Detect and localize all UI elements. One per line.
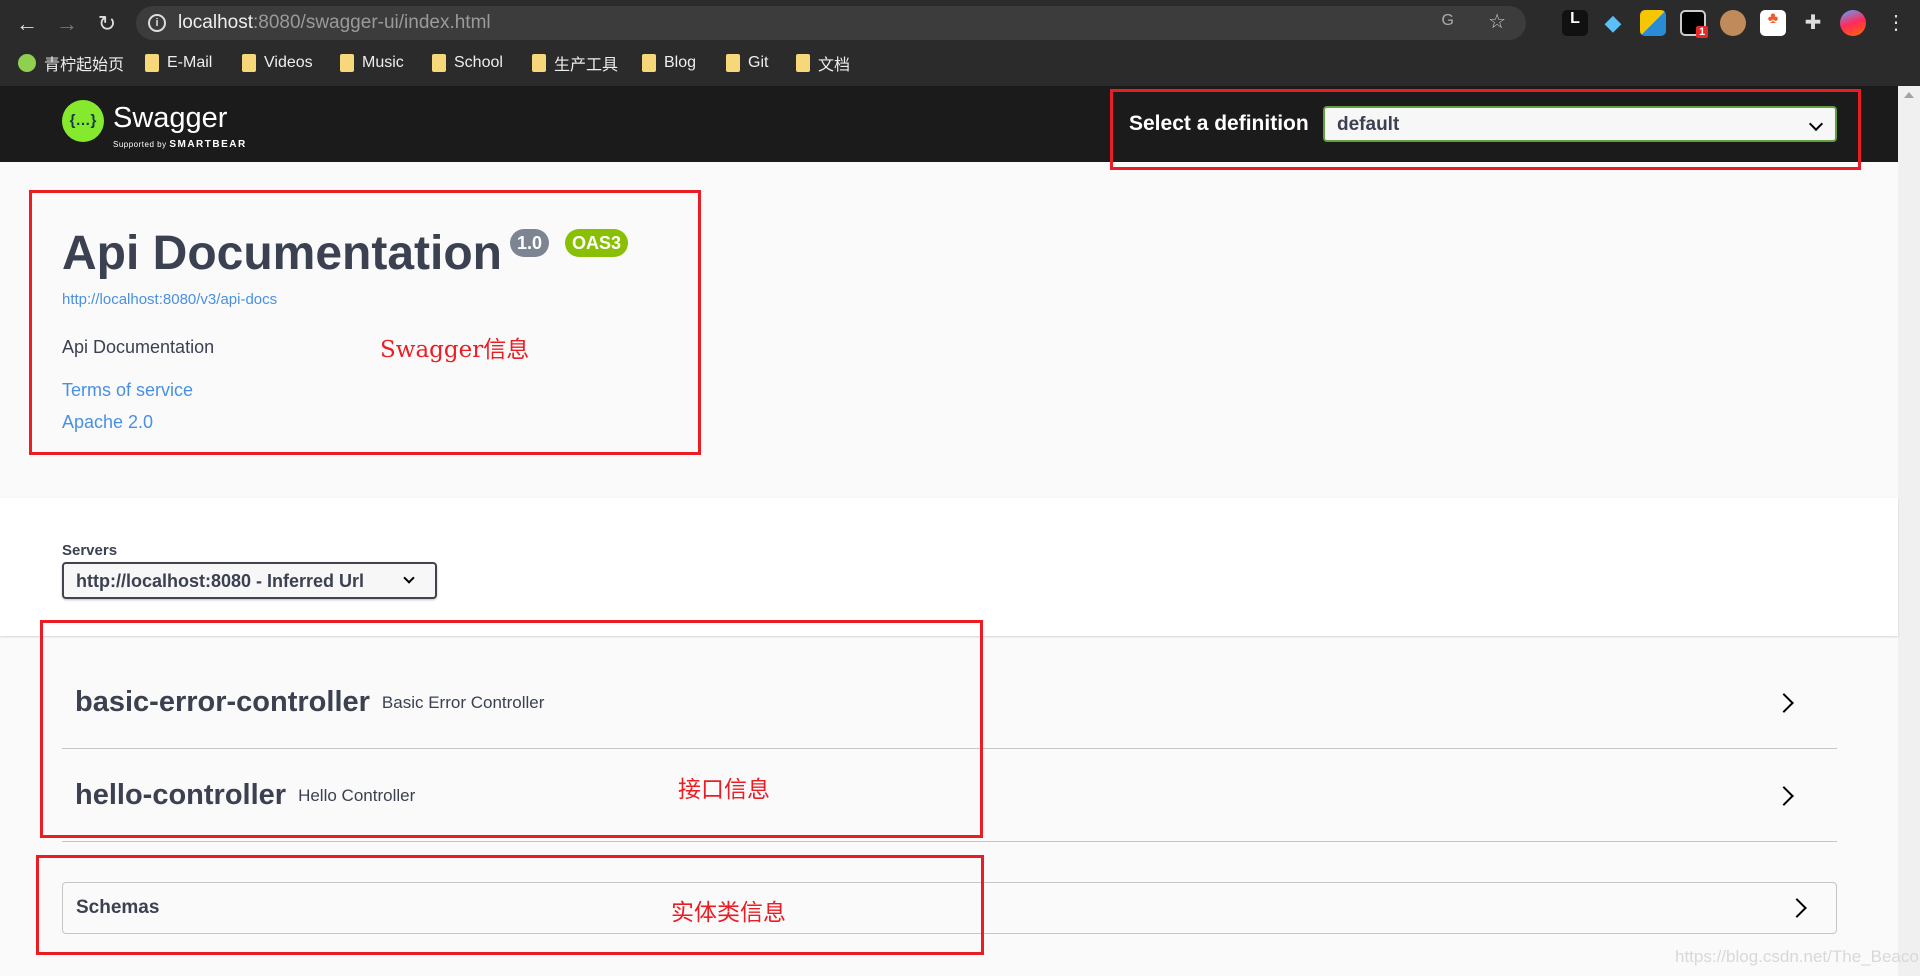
- folder-icon: [642, 54, 656, 72]
- info-icon[interactable]: i: [148, 14, 166, 32]
- folder-icon: [340, 54, 354, 72]
- url-text: localhost:8080/swagger-ui/index.html: [178, 12, 491, 34]
- profile-avatar[interactable]: [1840, 10, 1866, 36]
- chevron-right-icon[interactable]: [1774, 692, 1794, 713]
- bookmark-label: 生产工具: [554, 57, 619, 74]
- bookmark-1[interactable]: E-Mail: [145, 50, 212, 76]
- translate-icon[interactable]: G: [1442, 12, 1454, 30]
- chevron-down-icon: [403, 572, 415, 584]
- annotation-box-definition: [1110, 89, 1861, 170]
- extension-lightning-icon[interactable]: [1640, 10, 1666, 36]
- bookmark-label: Git: [748, 54, 769, 71]
- annotation-box-tags: [40, 620, 983, 838]
- back-icon[interactable]: ←: [12, 10, 42, 38]
- bookmark-label: E-Mail: [167, 54, 213, 71]
- bookmark-label: Videos: [264, 54, 313, 71]
- extension-diamond-icon[interactable]: ◆: [1600, 10, 1626, 36]
- bookmark-label: 青柠起始页: [44, 57, 125, 74]
- swagger-logo-subtitle: Supported by SMARTBEAR: [113, 139, 247, 150]
- bookmark-label: School: [454, 54, 503, 71]
- folder-icon: [726, 54, 740, 72]
- bookmark-4[interactable]: School: [432, 50, 503, 76]
- extension-glasses-icon[interactable]: 1: [1680, 10, 1709, 38]
- bookmark-label: Music: [362, 54, 404, 71]
- lime-icon: [18, 54, 36, 72]
- extension-badge: 1: [1696, 26, 1709, 38]
- extensions-puzzle-icon[interactable]: ✚: [1800, 10, 1826, 36]
- folder-icon: [242, 54, 256, 72]
- chevron-right-icon[interactable]: [1787, 898, 1807, 918]
- star-icon[interactable]: ☆: [1488, 9, 1506, 34]
- logo-sub-text: Supported by: [113, 140, 167, 149]
- watermark: https://blog.csdn.net/The_Beacon: [1675, 947, 1920, 966]
- annotation-box-info: [29, 190, 701, 455]
- swagger-logo-icon[interactable]: {…}: [62, 100, 104, 142]
- annotation-swagger-info: Swagger信息: [380, 337, 530, 363]
- extension-avatar-icon[interactable]: [1720, 10, 1746, 36]
- folder-icon: [796, 54, 810, 72]
- annotation-entity-info: 实体类信息: [671, 900, 786, 926]
- scrollbar[interactable]: [1898, 86, 1920, 976]
- bookmark-2[interactable]: Videos: [242, 50, 313, 76]
- chevron-right-icon[interactable]: [1774, 785, 1794, 806]
- url-path: :8080/swagger-ui/index.html: [253, 12, 491, 33]
- bookmark-3[interactable]: Music: [340, 50, 404, 76]
- bookmark-8[interactable]: 文档: [796, 50, 850, 76]
- menu-icon[interactable]: ⋮: [1886, 10, 1906, 35]
- swagger-logo-text: Swagger: [113, 102, 228, 134]
- scroll-up-icon[interactable]: [1904, 92, 1914, 98]
- url-host: localhost: [178, 12, 253, 33]
- bookmark-6[interactable]: Blog: [642, 50, 696, 76]
- address-bar[interactable]: i localhost:8080/swagger-ui/index.html G…: [136, 6, 1526, 40]
- servers-value: http://localhost:8080 - Inferred Url: [76, 571, 365, 591]
- forward-icon[interactable]: →: [52, 10, 82, 38]
- bookmark-label: Blog: [664, 54, 697, 71]
- folder-icon: [145, 54, 159, 72]
- servers-select[interactable]: http://localhost:8080 - Inferred Url: [62, 562, 437, 599]
- bookmark-5[interactable]: 生产工具: [532, 50, 618, 76]
- logo-brand: SMARTBEAR: [169, 139, 247, 150]
- bookmark-0[interactable]: 青柠起始页: [18, 50, 124, 76]
- annotation-api-info: 接口信息: [678, 777, 770, 803]
- folder-icon: [532, 54, 546, 72]
- annotation-box-schemas: [36, 855, 984, 955]
- servers-label: Servers: [62, 542, 118, 559]
- extension-l-icon[interactable]: L: [1562, 10, 1588, 36]
- folder-icon: [432, 54, 446, 72]
- bookmark-7[interactable]: Git: [726, 50, 768, 76]
- reload-icon[interactable]: ↻: [92, 10, 122, 38]
- bookmark-label: 文档: [818, 57, 851, 74]
- extension-sitemap-icon[interactable]: ♣: [1760, 10, 1786, 36]
